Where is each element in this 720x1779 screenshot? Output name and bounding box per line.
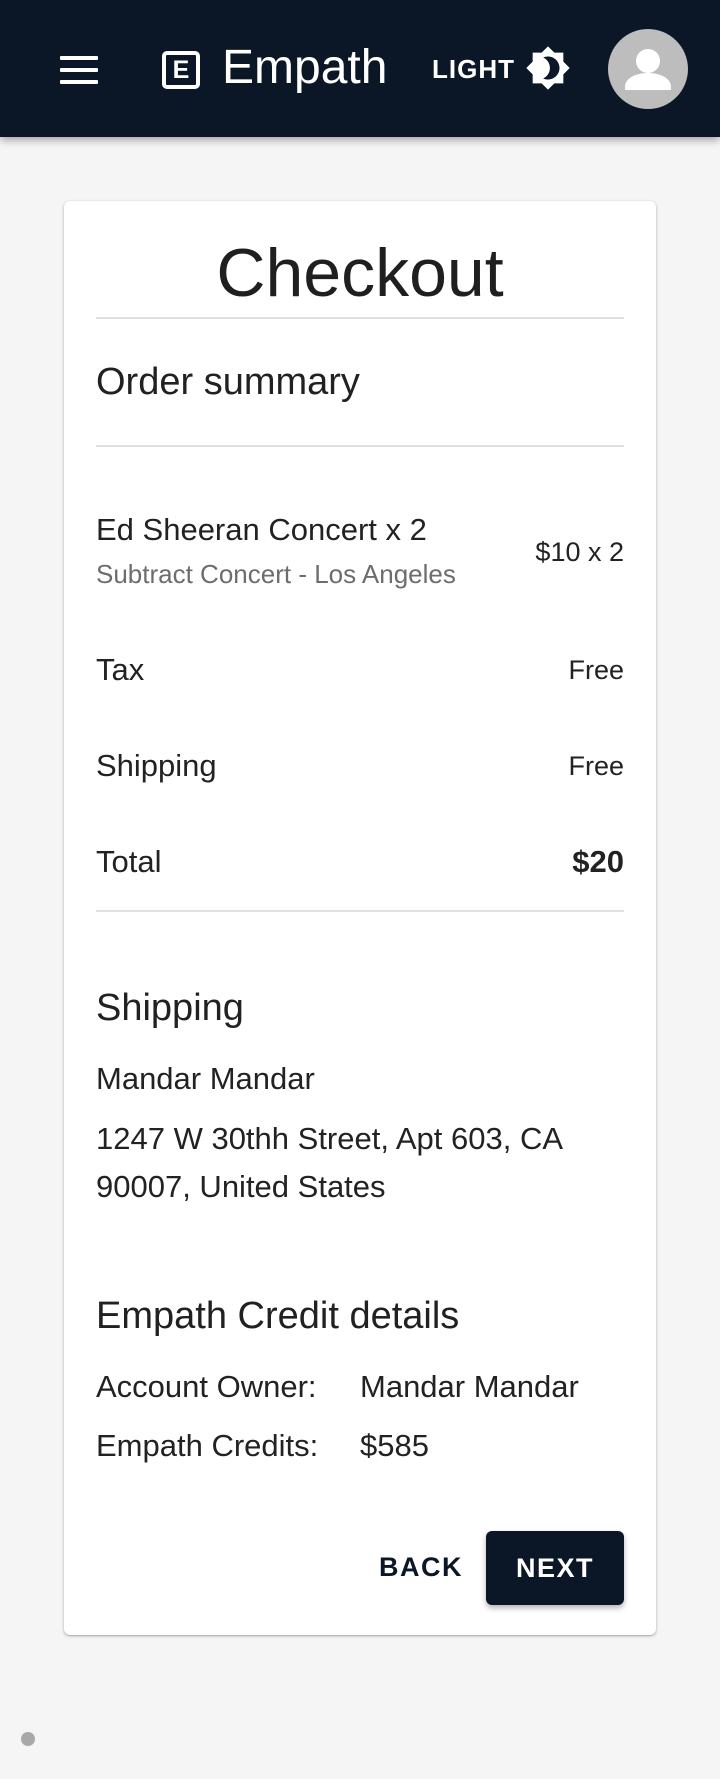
app-bar: E Empath LIGHT xyxy=(0,0,720,137)
shipping-address-line-1: 1247 W 30thh Street, Apt 603, CA xyxy=(96,1121,564,1156)
next-button[interactable]: NEXT xyxy=(486,1531,624,1605)
brightness-icon[interactable] xyxy=(525,45,571,91)
account-circle-icon xyxy=(625,49,671,90)
menu-icon[interactable] xyxy=(52,44,108,96)
item-name: Ed Sheeran Concert x 2 xyxy=(96,512,427,547)
shipping-address-line-2: 90007, United States xyxy=(96,1169,386,1204)
total-label: Total xyxy=(96,844,162,879)
floating-dot[interactable] xyxy=(21,1732,35,1746)
theme-toggle-label[interactable]: LIGHT xyxy=(432,50,515,88)
item-price: $10 x 2 xyxy=(535,537,624,567)
empath-credits-value: $585 xyxy=(360,1428,429,1463)
checkout-card: Checkout Order summary Ed Sheeran Concer… xyxy=(64,201,656,1635)
item-description: Subtract Concert - Los Angeles xyxy=(96,559,456,589)
logo-icon: E xyxy=(162,51,200,89)
total-value: $20 xyxy=(572,844,624,879)
tax-label: Tax xyxy=(96,652,145,687)
divider xyxy=(96,317,624,319)
empath-credits-label: Empath Credits: xyxy=(96,1428,319,1463)
tax-value: Free xyxy=(568,655,624,685)
brand-name[interactable]: Empath xyxy=(222,38,387,98)
shipping-heading: Shipping xyxy=(96,987,244,1029)
shipping-label: Shipping xyxy=(96,748,217,783)
account-owner-label: Account Owner: xyxy=(96,1369,317,1404)
back-button[interactable]: BACK xyxy=(360,1531,482,1603)
divider xyxy=(96,910,624,912)
account-owner-value: Mandar Mandar xyxy=(360,1369,579,1404)
page-title: Checkout xyxy=(216,235,504,311)
credit-details-heading: Empath Credit details xyxy=(96,1295,460,1337)
avatar[interactable] xyxy=(608,29,688,109)
order-summary-heading: Order summary xyxy=(96,361,360,403)
divider xyxy=(96,445,624,447)
shipping-name: Mandar Mandar xyxy=(96,1061,315,1096)
shipping-value: Free xyxy=(568,751,624,781)
